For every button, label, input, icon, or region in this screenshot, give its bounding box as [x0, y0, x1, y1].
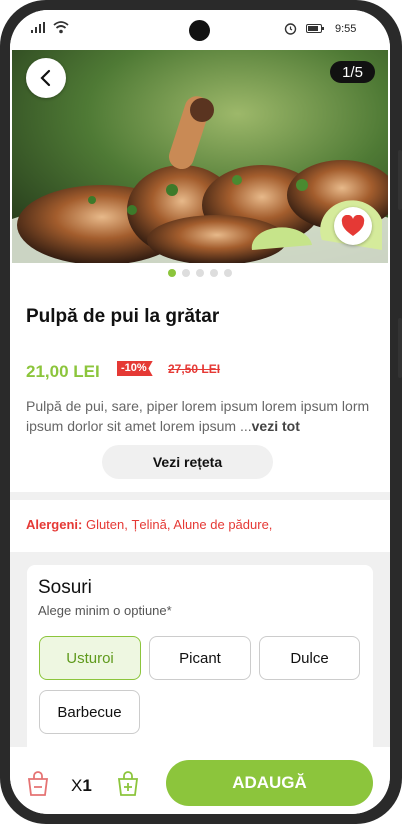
pagination-dot[interactable] — [182, 269, 190, 277]
sauces-title: Sosuri — [38, 577, 92, 598]
allergens-list: Gluten, Țelină, Alune de pădure, — [82, 517, 273, 532]
sauces-subtitle: Alege minim o optiune* — [38, 603, 172, 618]
battery-icon — [306, 24, 324, 33]
favorite-button[interactable] — [334, 207, 372, 245]
status-bar: 9:55 — [10, 10, 390, 50]
status-time: 9:55 — [335, 23, 357, 35]
product-image[interactable] — [12, 50, 388, 263]
add-to-cart-bar: X1 ADAUGĂ — [10, 747, 390, 814]
signal-icon — [31, 22, 45, 33]
pagination-dot[interactable] — [168, 269, 176, 277]
product-title: Pulpă de pui la grătar — [26, 306, 220, 327]
product-price: 21,00 LEI — [26, 362, 100, 381]
quantity-value: 1 — [82, 776, 92, 795]
bag-plus-icon[interactable] — [116, 771, 140, 797]
allergens-label: Alergeni: — [26, 517, 83, 532]
back-arrow-icon — [40, 69, 51, 87]
bag-minus-icon[interactable] — [26, 771, 50, 797]
pagination-dot[interactable] — [210, 269, 218, 277]
alarm-icon — [284, 23, 297, 35]
view-recipe-button[interactable]: Vezi rețeta — [102, 445, 273, 479]
section-divider — [10, 492, 390, 500]
sauce-option-usturoi[interactable]: Usturoi — [39, 636, 141, 680]
allergens-text: Alergeni: Gluten, Țelină, Alune de pădur… — [26, 517, 272, 532]
add-to-cart-button[interactable]: ADAUGĂ — [166, 760, 373, 806]
gallery-pagination — [168, 269, 232, 277]
pagination-dot[interactable] — [224, 269, 232, 277]
product-description: Pulpă de pui, sare, piper lorem ipsum lo… — [26, 396, 370, 436]
sauce-option-picant[interactable]: Picant — [149, 636, 251, 680]
front-camera — [189, 20, 210, 41]
see-all-link[interactable]: vezi tot — [252, 418, 300, 434]
phone-frame: 9:55 1/5 Pulpă de pui la grătar 21,00 LE… — [0, 0, 402, 824]
sauce-option-barbecue[interactable]: Barbecue — [39, 690, 140, 734]
sauces-card: Sosuri Alege minim o optiune* Usturoi Pi… — [27, 565, 373, 755]
quantity: X1 — [71, 776, 92, 796]
wifi-icon — [53, 21, 69, 34]
sauce-option-dulce[interactable]: Dulce — [259, 636, 360, 680]
screen: 9:55 1/5 Pulpă de pui la grătar 21,00 LE… — [10, 10, 390, 814]
wave-divider — [10, 540, 390, 550]
quantity-prefix: X — [71, 776, 83, 795]
description-text: Pulpă de pui, sare, piper lorem ipsum lo… — [26, 398, 370, 434]
image-counter: 1/5 — [330, 61, 375, 83]
back-button[interactable] — [26, 58, 66, 98]
heart-icon — [341, 215, 365, 236]
pagination-dot[interactable] — [196, 269, 204, 277]
discount-badge: -10% — [117, 361, 153, 376]
old-price: 27,50 LEI — [168, 362, 221, 376]
